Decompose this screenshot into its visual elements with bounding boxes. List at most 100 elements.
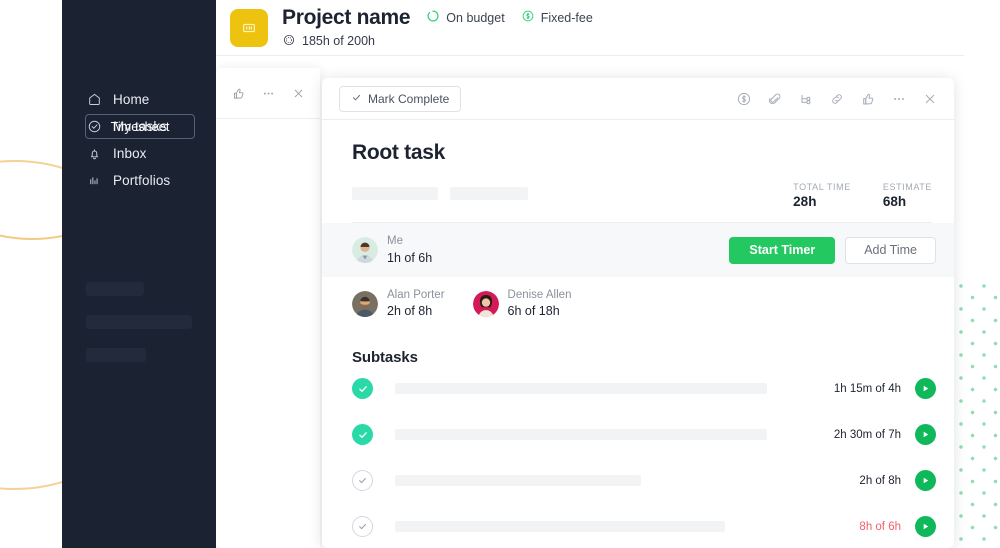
status-badge-label: On budget	[446, 10, 505, 25]
timesheet-button-label: Timesheet	[110, 119, 170, 134]
app-screenshot: Home My tasks Inbox Portfolios Timesheet…	[0, 0, 1000, 548]
sidebar-placeholder-bar	[86, 315, 192, 329]
subtask-checkbox-checked[interactable]	[352, 378, 373, 400]
play-timer-button[interactable]	[915, 378, 936, 400]
task-detail-panel: Mark Complete Root task TOTAL TIME 28h E…	[322, 78, 954, 548]
dollar-circle-icon[interactable]	[736, 91, 752, 107]
assignees-row: Alan Porter 2h of 8h Denise Allen 6h of …	[322, 277, 954, 331]
sidebar-item-label: Home	[113, 92, 150, 107]
avatar	[472, 290, 499, 317]
stat-value: 68h	[882, 194, 907, 209]
sidebar-item-inbox[interactable]: Inbox	[62, 140, 216, 167]
subtask-checkbox-checked[interactable]	[352, 424, 373, 446]
subtask-time-over-estimate: 8h of 6h	[859, 520, 901, 533]
assignee-name: Me	[387, 235, 403, 248]
avatar	[352, 290, 378, 317]
placeholder-bar	[352, 187, 438, 200]
sidebar-nav: Home My tasks Inbox Portfolios	[62, 86, 216, 194]
background-task-panel	[216, 68, 320, 548]
subtask-row[interactable]: 2h of 8h	[322, 458, 954, 504]
subtask-title-placeholder	[395, 429, 767, 441]
sidebar-placeholder-bar	[86, 282, 144, 296]
check-icon	[351, 92, 362, 106]
status-badge-fixed-fee: Fixed-fee	[521, 9, 593, 26]
assignee-time: 6h of 18h	[507, 304, 560, 319]
timesheet-button[interactable]: Timesheet	[85, 114, 195, 139]
status-badge-label: Fixed-fee	[540, 10, 593, 25]
subtask-row[interactable]: 2h 30m of 7h	[322, 412, 954, 458]
sidebar: Home My tasks Inbox Portfolios Timesheet	[62, 0, 216, 548]
close-icon[interactable]	[922, 91, 938, 107]
bar-chart-icon	[87, 173, 102, 188]
subtasks-heading: Subtasks	[352, 348, 418, 366]
sidebar-item-home[interactable]: Home	[62, 86, 216, 113]
subtask-checkbox-unchecked[interactable]	[352, 470, 373, 492]
sidebar-item-label: Portfolios	[113, 173, 171, 188]
project-hours: 185h of 200h	[282, 33, 593, 50]
mark-complete-label: Mark Complete	[368, 91, 450, 106]
decorative-dot-grid	[956, 282, 1000, 548]
status-badge-on-budget: On budget	[426, 9, 505, 26]
subtask-list: 1h 15m of 4h 2h 30m of 7h 2h of 8h 8h of…	[322, 366, 954, 548]
divider	[352, 222, 932, 223]
task-time-stats: TOTAL TIME 28h ESTIMATE 68h	[793, 182, 932, 209]
add-time-button[interactable]: Add Time	[845, 236, 936, 264]
bell-icon	[87, 146, 102, 161]
thumbs-up-icon[interactable]	[231, 86, 246, 101]
subtask-title-placeholder	[395, 521, 725, 533]
sidebar-item-label: Inbox	[113, 146, 147, 161]
ellipsis-icon[interactable]	[261, 86, 276, 101]
subtask-time: 1h 15m of 4h	[833, 382, 901, 395]
project-hours-label: 185h of 200h	[302, 34, 375, 48]
sidebar-item-portfolios[interactable]: Portfolios	[62, 167, 216, 194]
task-toolbar-icons	[736, 91, 938, 107]
stat-label: ESTIMATE	[882, 182, 932, 192]
stat-total-time: TOTAL TIME 28h	[793, 182, 851, 209]
stat-value: 28h	[793, 194, 817, 209]
home-icon	[87, 92, 102, 107]
play-timer-button[interactable]	[915, 470, 936, 492]
dollar-circle-icon	[521, 9, 535, 26]
task-header: Root task TOTAL TIME 28h ESTIMATE 68h	[322, 120, 954, 223]
my-time-row: Me 1h of 6h Start Timer Add Time	[322, 223, 954, 277]
subtask-checkbox-unchecked[interactable]	[352, 516, 373, 538]
project-header: Project name On budget Fixed-fee 185h of…	[216, 0, 964, 56]
mark-complete-button[interactable]: Mark Complete	[339, 85, 462, 112]
assignee-time: 2h of 8h	[387, 304, 433, 319]
subtask-time: 2h of 8h	[859, 474, 901, 487]
assignee-name: Alan Porter	[387, 289, 445, 301]
project-meta: Project name On budget Fixed-fee 185h of…	[282, 6, 593, 50]
budget-donut-icon	[426, 9, 440, 26]
timer-actions: Start Timer Add Time	[729, 236, 936, 264]
subtask-title-placeholder	[395, 475, 641, 487]
avatar	[352, 237, 378, 263]
assignee-alan-porter: Alan Porter 2h of 8h	[352, 288, 445, 320]
page-title: Project name	[282, 5, 411, 29]
ellipsis-icon[interactable]	[891, 91, 907, 107]
subtask-title-placeholder	[395, 383, 767, 395]
subtask-row[interactable]: 1h 15m of 4h	[322, 366, 954, 412]
thumbs-up-icon[interactable]	[860, 91, 876, 107]
subtask-branch-icon[interactable]	[798, 91, 814, 107]
start-timer-button[interactable]: Start Timer	[729, 236, 836, 264]
assignee-time: 1h of 6h	[387, 250, 433, 265]
close-icon[interactable]	[291, 86, 306, 101]
timer-icon	[282, 33, 296, 50]
subtask-time: 2h 30m of 7h	[833, 428, 901, 441]
assignee-name: Denise Allen	[507, 289, 572, 301]
subtask-row[interactable]: 8h of 6h	[322, 504, 954, 548]
play-timer-button[interactable]	[915, 424, 936, 446]
project-title-row: Project name On budget Fixed-fee	[282, 6, 593, 30]
sidebar-placeholder-bar	[86, 348, 146, 362]
assignee-me: Me 1h of 6h	[352, 234, 432, 266]
task-title: Root task	[352, 141, 445, 164]
task-toolbar: Mark Complete	[322, 78, 954, 120]
link-icon[interactable]	[829, 91, 845, 107]
stat-label: TOTAL TIME	[793, 182, 851, 192]
paperclip-icon[interactable]	[767, 91, 783, 107]
project-board-icon[interactable]	[230, 8, 268, 47]
background-panel-toolbar	[216, 68, 320, 119]
assignee-denise-allen: Denise Allen 6h of 18h	[472, 288, 572, 320]
stat-estimate: ESTIMATE 68h	[883, 182, 932, 209]
play-timer-button[interactable]	[915, 516, 936, 538]
